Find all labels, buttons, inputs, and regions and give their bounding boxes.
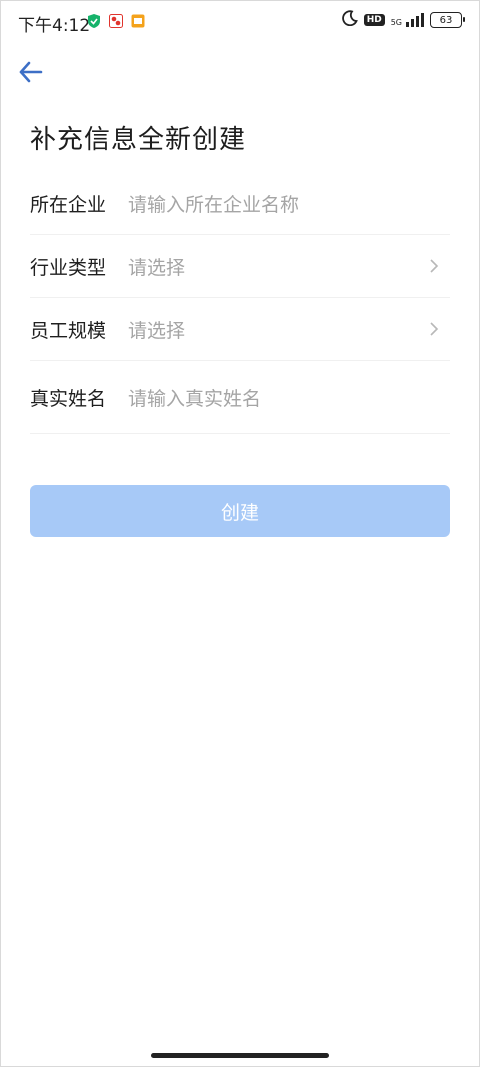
create-button[interactable]: 创建 [30, 485, 450, 537]
chevron-right-icon[interactable] [428, 259, 440, 273]
home-indicator[interactable] [151, 1053, 329, 1058]
company-input[interactable]: 请输入所在企业名称 [128, 190, 299, 217]
moon-icon [341, 10, 358, 30]
battery-level: 63 [439, 14, 453, 26]
back-button[interactable] [16, 57, 48, 87]
company-label: 所在企业 [30, 193, 107, 216]
battery-icon: 63 [430, 12, 465, 28]
status-bar: 下午4:12 HD 5G 63 [0, 0, 480, 42]
industry-select[interactable]: 请选择 [128, 253, 185, 280]
staff-size-label: 员工规模 [30, 319, 107, 342]
industry-field-row[interactable]: 行业类型 请选择 [30, 235, 450, 298]
signal-icon: 5G [391, 13, 424, 27]
chevron-right-icon[interactable] [428, 322, 440, 336]
hd-icon: HD [363, 14, 385, 26]
real-name-field-row[interactable]: 真实姓名 请输入真实姓名 [30, 361, 450, 434]
staff-size-select[interactable]: 请选择 [128, 316, 185, 343]
page-title: 补充信息全新创建 [30, 125, 247, 155]
network-type: 5G [390, 18, 402, 27]
real-name-label: 真实姓名 [30, 387, 107, 410]
status-right-group: HD 5G 63 [341, 10, 465, 30]
status-time: 下午4:12 [18, 16, 91, 36]
message-notification-icon [131, 13, 145, 32]
industry-label: 行业类型 [30, 256, 107, 279]
info-form: 所在企业 请输入所在企业名称 行业类型 请选择 员工规模 请选择 真实姓名 请输… [30, 172, 450, 434]
company-field-row[interactable]: 所在企业 请输入所在企业名称 [30, 172, 450, 235]
arrow-left-icon [19, 61, 43, 83]
real-name-input[interactable]: 请输入真实姓名 [128, 384, 261, 411]
shield-icon [87, 13, 101, 33]
app-notification-icon [109, 13, 123, 32]
staff-size-field-row[interactable]: 员工规模 请选择 [30, 298, 450, 361]
